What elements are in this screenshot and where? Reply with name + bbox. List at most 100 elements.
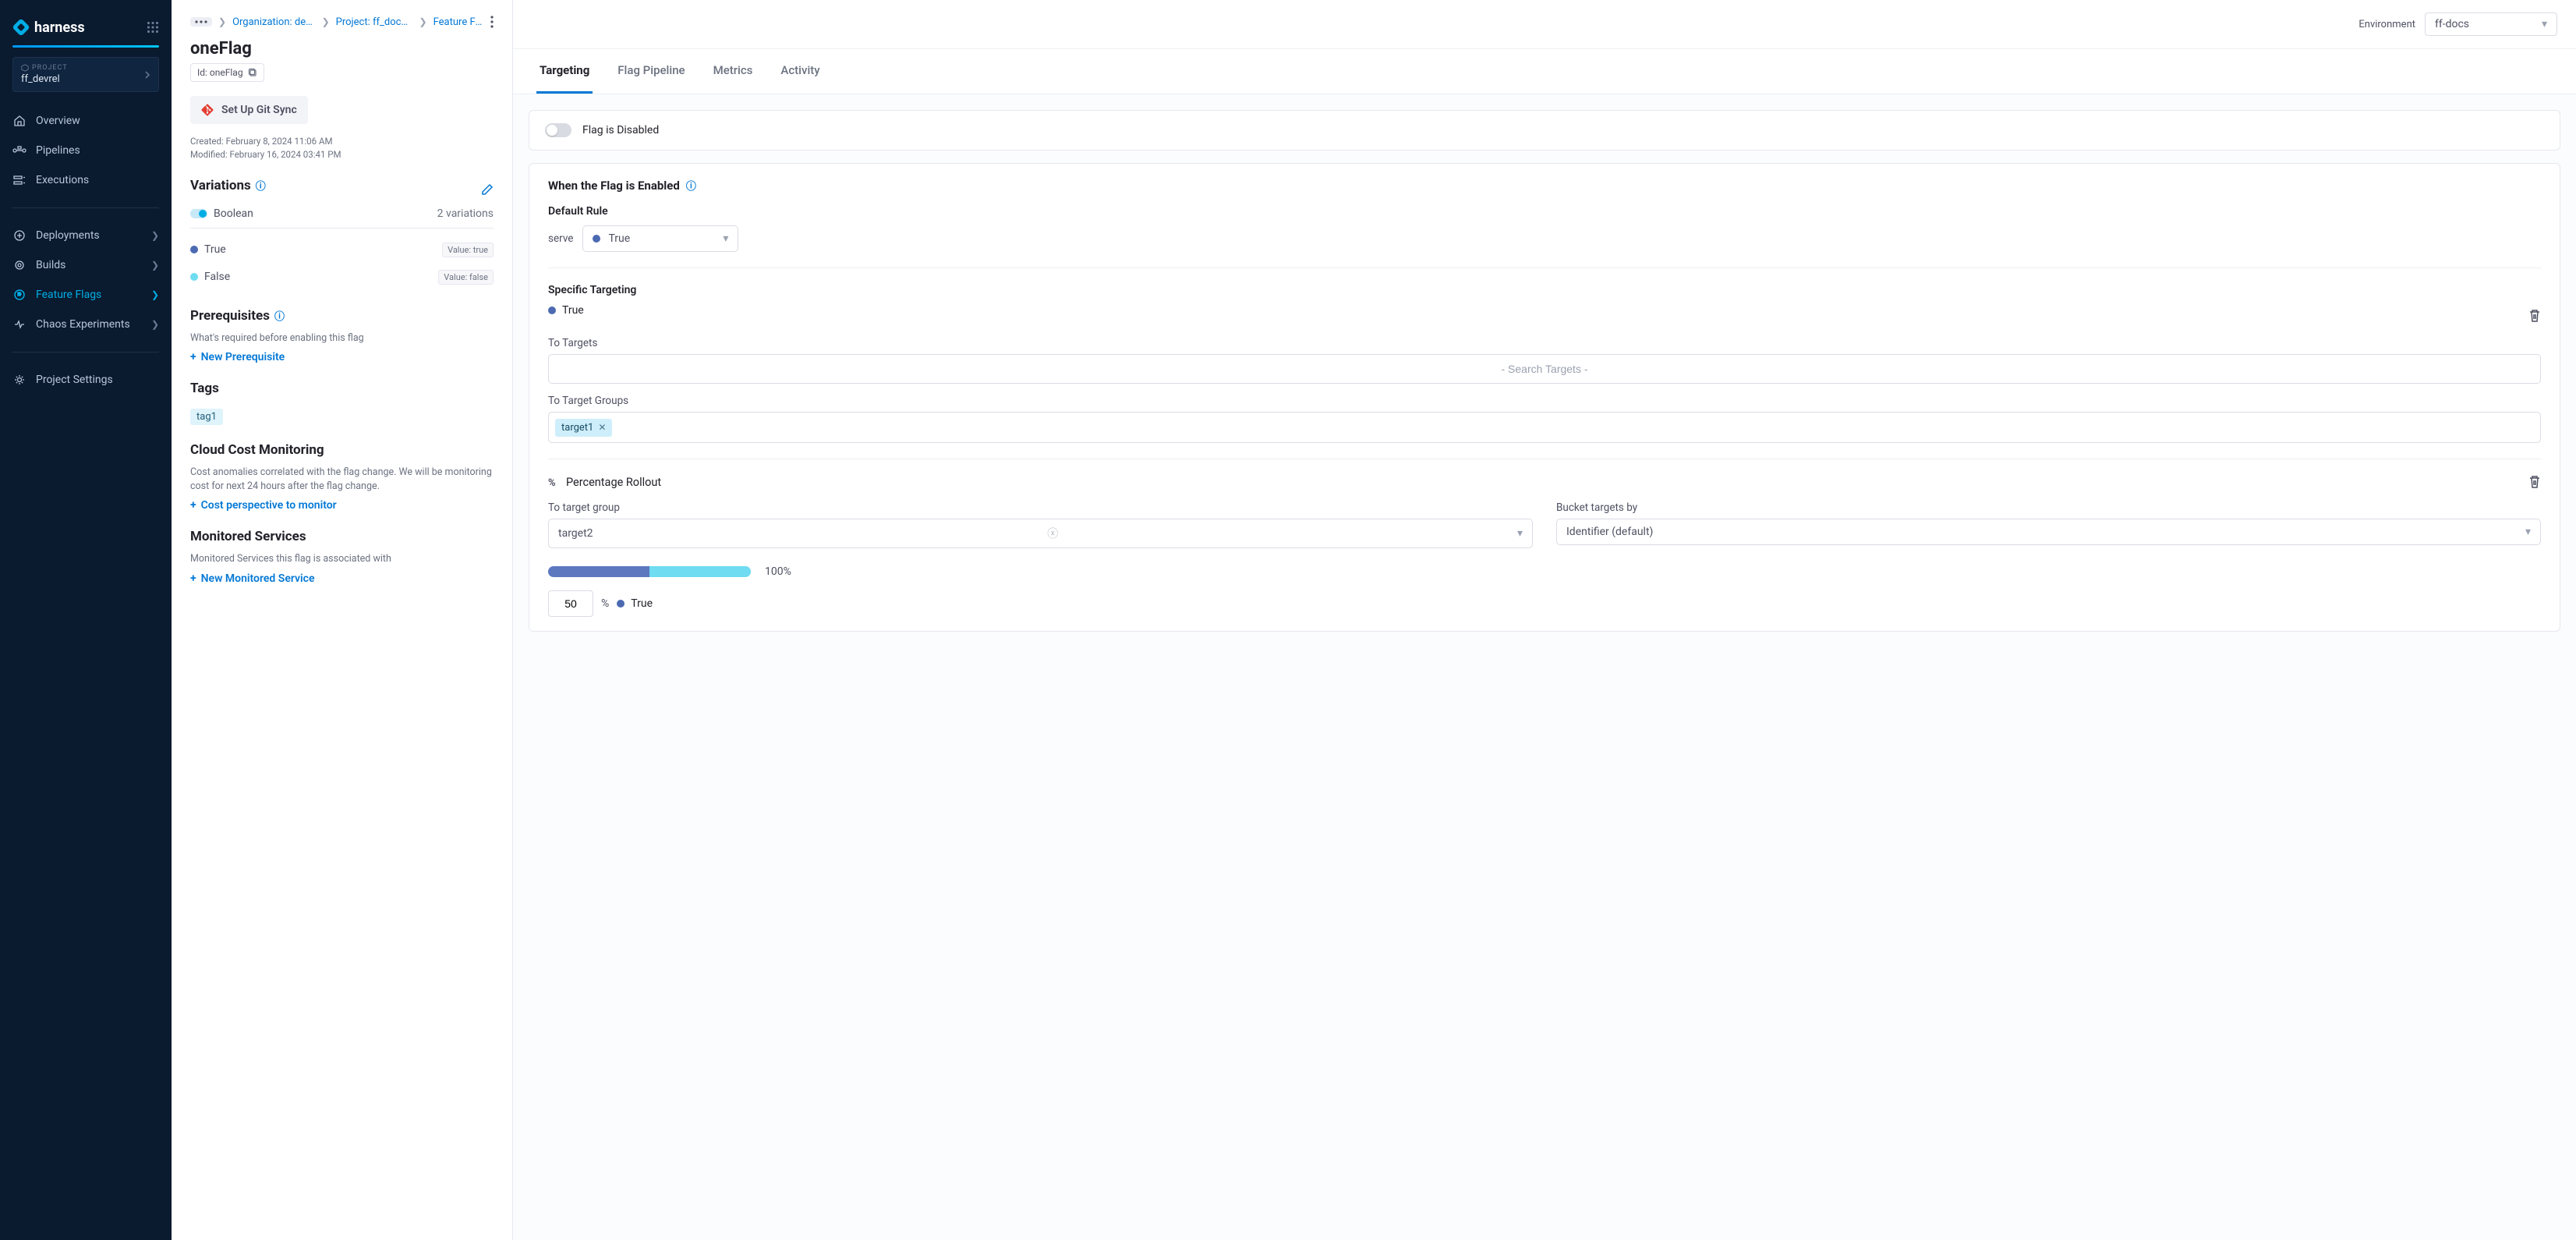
false-dot-icon <box>190 273 198 281</box>
monitored-services-subtitle: Monitored Services this flag is associat… <box>190 552 494 566</box>
nav-deployments[interactable]: Deployments ❯ <box>0 221 172 250</box>
bucket-by-label: Bucket targets by <box>1556 501 2541 514</box>
home-icon <box>12 114 27 128</box>
delete-rollout-button[interactable] <box>2528 475 2541 489</box>
bucket-by-value: Identifier (default) <box>1566 526 1653 538</box>
sidebar: harness PROJECT ff_devrel Overview Pipel… <box>0 0 172 1240</box>
add-cost-perspective-button[interactable]: +Cost perspective to monitor <box>190 499 337 512</box>
flag-status-text: Flag is Disabled <box>582 124 659 136</box>
tab-activity[interactable]: Activity <box>777 49 823 94</box>
remove-chip-icon[interactable]: ✕ <box>598 422 606 433</box>
monitored-services-heading: Monitored Services <box>190 529 306 544</box>
rollout-group-select[interactable]: target2 ⓧ ▾ <box>548 519 1533 548</box>
targeting-panel: Environment ff-docs ▾ Targeting Flag Pip… <box>513 0 2576 1240</box>
chaos-icon <box>12 317 27 331</box>
specific-targeting-heading: Specific Targeting <box>548 284 2541 296</box>
progress-segment-false <box>649 566 751 577</box>
flag-enable-card: Flag is Disabled <box>529 110 2560 151</box>
modified-text: Modified: February 16, 2024 03:41 PM <box>190 148 494 161</box>
nav-builds[interactable]: Builds ❯ <box>0 250 172 280</box>
svg-text:%: % <box>548 477 556 488</box>
to-target-group-label: To target group <box>548 501 1533 514</box>
nav-executions[interactable]: Executions <box>0 165 172 195</box>
deployments-icon <box>12 229 27 243</box>
progress-segment-true <box>548 566 649 577</box>
rollout-true-percent-input[interactable] <box>548 590 593 617</box>
chevron-down-icon: ▾ <box>723 232 728 245</box>
tab-targeting[interactable]: Targeting <box>536 49 593 94</box>
delete-specific-rule-button[interactable] <box>2528 309 2541 323</box>
flag-detail-panel: ❯ Organization: def… ❯ Project: ff_docu…… <box>172 0 513 1240</box>
variation-count: 2 variations <box>437 207 494 220</box>
clear-icon[interactable]: ⓧ <box>1047 526 1058 541</box>
true-dot-icon <box>593 235 600 243</box>
tab-metrics[interactable]: Metrics <box>710 49 756 94</box>
executions-icon <box>12 173 27 187</box>
nav-feature-flags[interactable]: Feature Flags ❯ <box>0 280 172 310</box>
nav-project-settings[interactable]: Project Settings <box>0 365 172 395</box>
git-sync-label: Set Up Git Sync <box>221 104 297 116</box>
add-prerequisite-button[interactable]: +New Prerequisite <box>190 351 285 363</box>
rules-card: When the Flag is Enabled ⓘ Default Rule … <box>529 163 2560 632</box>
git-sync-button[interactable]: Set Up Git Sync <box>190 96 308 124</box>
chevron-down-icon: ▾ <box>2542 18 2547 30</box>
flag-id-chip[interactable]: Id: oneFlag <box>190 63 264 82</box>
nav-pipelines[interactable]: Pipelines <box>0 136 172 165</box>
chevron-right-icon: ❯ <box>151 230 159 241</box>
info-icon[interactable]: ⓘ <box>686 178 696 193</box>
info-icon[interactable]: ⓘ <box>256 178 266 193</box>
nav-overview[interactable]: Overview <box>0 106 172 136</box>
crumb-project[interactable]: Project: ff_docu… <box>336 16 413 28</box>
percentage-rollout-heading: Percentage Rollout <box>566 476 661 489</box>
tab-flag-pipeline[interactable]: Flag Pipeline <box>614 49 688 94</box>
variation-true-label: True <box>204 243 226 256</box>
variation-row-false: False Value: false <box>190 264 494 291</box>
chevron-right-icon: ❯ <box>419 16 427 27</box>
app-switcher-icon[interactable] <box>147 21 159 34</box>
chevron-right-icon <box>144 70 150 80</box>
project-selector[interactable]: PROJECT ff_devrel <box>12 57 159 92</box>
cube-icon <box>21 64 29 72</box>
tags-heading: Tags <box>190 381 219 396</box>
prerequisites-subtitle: What's required before enabling this fla… <box>190 331 494 345</box>
edit-variations-button[interactable] <box>481 183 494 196</box>
nav-chaos[interactable]: Chaos Experiments ❯ <box>0 310 172 339</box>
copy-icon <box>248 68 257 77</box>
tag-chip[interactable]: tag1 <box>190 409 223 425</box>
brand-logo[interactable]: harness <box>12 19 85 36</box>
target-groups-input[interactable]: target1 ✕ <box>548 412 2541 443</box>
true-dot-icon <box>617 600 625 608</box>
to-target-groups-label: To Target Groups <box>548 395 2541 407</box>
add-monitored-service-button[interactable]: +New Monitored Service <box>190 572 315 585</box>
breadcrumb-more-button[interactable] <box>190 17 212 27</box>
percent-symbol: % <box>601 597 609 610</box>
true-dot-icon <box>190 246 198 253</box>
bucket-by-select[interactable]: Identifier (default) ▾ <box>1556 519 2541 545</box>
nav-settings-label: Project Settings <box>36 374 113 386</box>
info-icon[interactable]: ⓘ <box>274 308 285 323</box>
targets-search-input[interactable] <box>548 354 2541 384</box>
default-serve-select[interactable]: True ▾ <box>582 225 738 252</box>
flag-enable-toggle[interactable] <box>545 123 571 137</box>
cloud-cost-subtitle: Cost anomalies correlated with the flag … <box>190 466 494 493</box>
crumb-organization[interactable]: Organization: def… <box>232 16 316 28</box>
rollout-true-label: True <box>631 597 653 610</box>
add-cost-perspective-label: Cost perspective to monitor <box>201 499 337 512</box>
tabs: Targeting Flag Pipeline Metrics Activity <box>513 49 2576 94</box>
environment-select[interactable]: ff-docs ▾ <box>2425 12 2557 36</box>
environment-label: Environment <box>2358 19 2415 30</box>
actions-menu-button[interactable] <box>490 16 494 28</box>
true-dot-icon <box>548 306 556 314</box>
project-label: PROJECT <box>32 64 68 72</box>
crumb-feature-flags[interactable]: Feature Fl… <box>433 16 484 28</box>
nav-executions-label: Executions <box>36 174 89 186</box>
default-rule-heading: Default Rule <box>548 205 2541 218</box>
prerequisites-heading: Prerequisites <box>190 308 270 324</box>
cloud-cost-heading: Cloud Cost Monitoring <box>190 442 324 458</box>
target-group-chip[interactable]: target1 ✕ <box>555 419 612 437</box>
brand-name: harness <box>34 19 85 36</box>
nav-feature-flags-label: Feature Flags <box>36 289 101 301</box>
add-monitored-service-label: New Monitored Service <box>201 572 315 585</box>
variation-row-true: True Value: true <box>190 236 494 264</box>
variation-true-value: Value: true <box>442 243 494 257</box>
